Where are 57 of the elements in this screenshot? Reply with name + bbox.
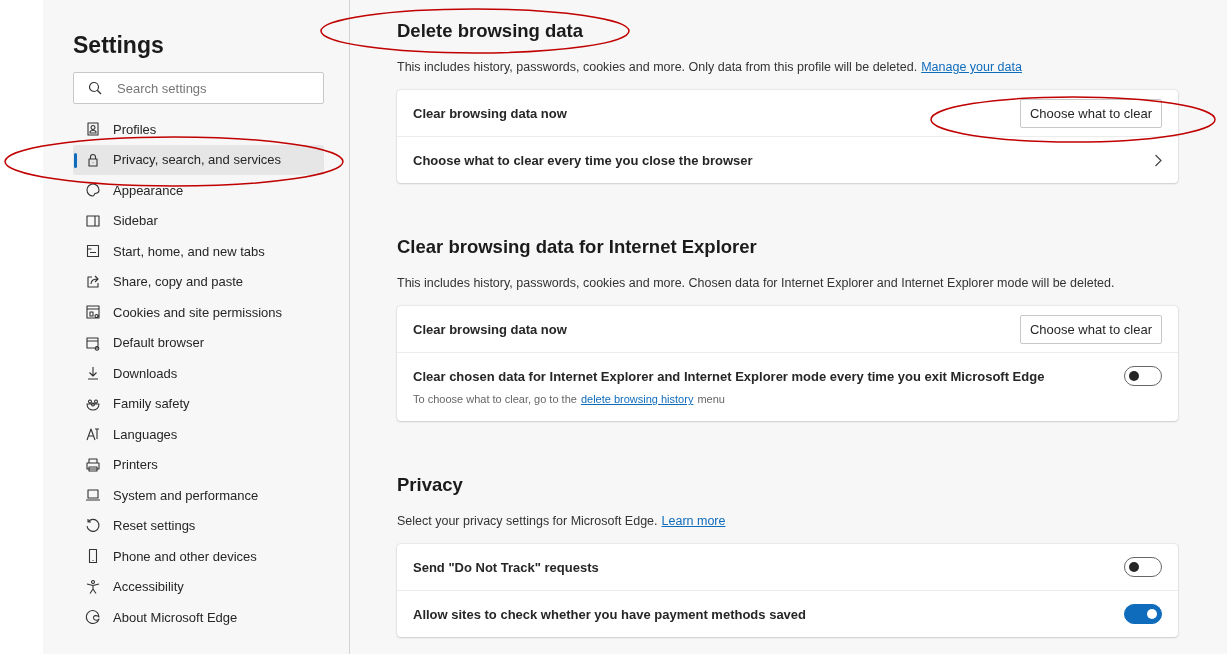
profile-icon (85, 121, 101, 138)
sidebar-item[interactable]: Languages (73, 419, 324, 450)
sidebar-item[interactable]: Start, home, and new tabs (73, 236, 324, 267)
reset-icon (85, 517, 101, 534)
note-text: To choose what to clear, go to the (413, 393, 577, 405)
sidebar-item[interactable]: Cookies and site permissions (73, 297, 324, 328)
note-text: menu (697, 393, 725, 405)
language-icon (85, 426, 101, 443)
printer-icon (85, 456, 101, 473)
sidebar-item[interactable]: System and performance (73, 480, 324, 511)
choose-button[interactable]: Choose what to clear (1019, 98, 1162, 128)
sidebar-item[interactable]: Sidebar (73, 205, 324, 236)
section-description: This includes history, passwords, cookies and more. Only data from this profile will be deleted. (397, 60, 918, 75)
search-field[interactable]: Search settings (73, 72, 324, 104)
section-heading: Delete browsing data (397, 19, 584, 43)
sidebar-item[interactable]: Downloads (73, 358, 324, 389)
section-description: Select your privacy settings for Microsoft Edge. (397, 514, 658, 529)
setting-label: Send "Do Not Track" requests (413, 559, 599, 575)
sidebar-item[interactable]: Profiles (73, 114, 324, 145)
sidebar-item[interactable]: Printers (73, 449, 324, 480)
swirl-icon (85, 609, 101, 626)
setting-label: Clear browsing data now (413, 105, 567, 121)
sidebar-icon (85, 212, 101, 229)
palette-icon (85, 182, 101, 199)
toggle-switch[interactable] (1124, 604, 1162, 624)
settings-title: Settings (73, 31, 165, 60)
sidebar-item[interactable]: Phone and other devices (73, 541, 324, 572)
setting-label: Clear browsing data now (413, 321, 567, 337)
choose-button[interactable]: Choose what to clear (1019, 314, 1162, 344)
setting-label: Choose what to clear every time you close the browser (413, 152, 753, 168)
link[interactable]: Manage your data (921, 60, 1022, 75)
sidebar-item[interactable]: Share, copy and paste (73, 266, 324, 297)
share-icon (85, 273, 101, 290)
sidebar-item[interactable]: Family safety (73, 388, 324, 419)
sidebar-item[interactable]: Reset settings (73, 510, 324, 541)
browser-icon (85, 334, 101, 351)
setting-label: Clear chosen data for Internet Explorer and Internet Explorer mode every time you exit Microsoft Edge (413, 368, 1045, 384)
chevron-icon[interactable] (1154, 153, 1162, 167)
toggle-switch[interactable] (1124, 366, 1162, 386)
tab-icon (85, 243, 101, 260)
sidebar-item[interactable]: Accessibility (73, 571, 324, 602)
search-icon (88, 81, 102, 95)
setting-label: Allow sites to check whether you have payment methods saved (413, 606, 806, 622)
sidebar-item[interactable]: Privacy, search, and services (73, 144, 324, 175)
accessibility-icon (85, 578, 101, 595)
download-icon (85, 365, 101, 382)
sidebar-item[interactable]: Default browser (73, 327, 324, 358)
sidebar-item[interactable]: About Microsoft Edge (73, 602, 324, 633)
toggle-switch[interactable] (1124, 557, 1162, 577)
section-description: This includes history, passwords, cookies and more. Chosen data for Internet Explorer and Internet Explorer mode will be deleted. (397, 276, 1115, 291)
link[interactable]: delete browsing history (580, 393, 694, 405)
laptop-icon (85, 487, 101, 504)
section-heading: Privacy (397, 473, 463, 497)
section-heading: Clear browsing data for Internet Explorer (397, 235, 757, 259)
sidebar-item[interactable]: Appearance (73, 175, 324, 206)
lock-icon (85, 151, 101, 168)
link[interactable]: Learn more (661, 514, 726, 529)
